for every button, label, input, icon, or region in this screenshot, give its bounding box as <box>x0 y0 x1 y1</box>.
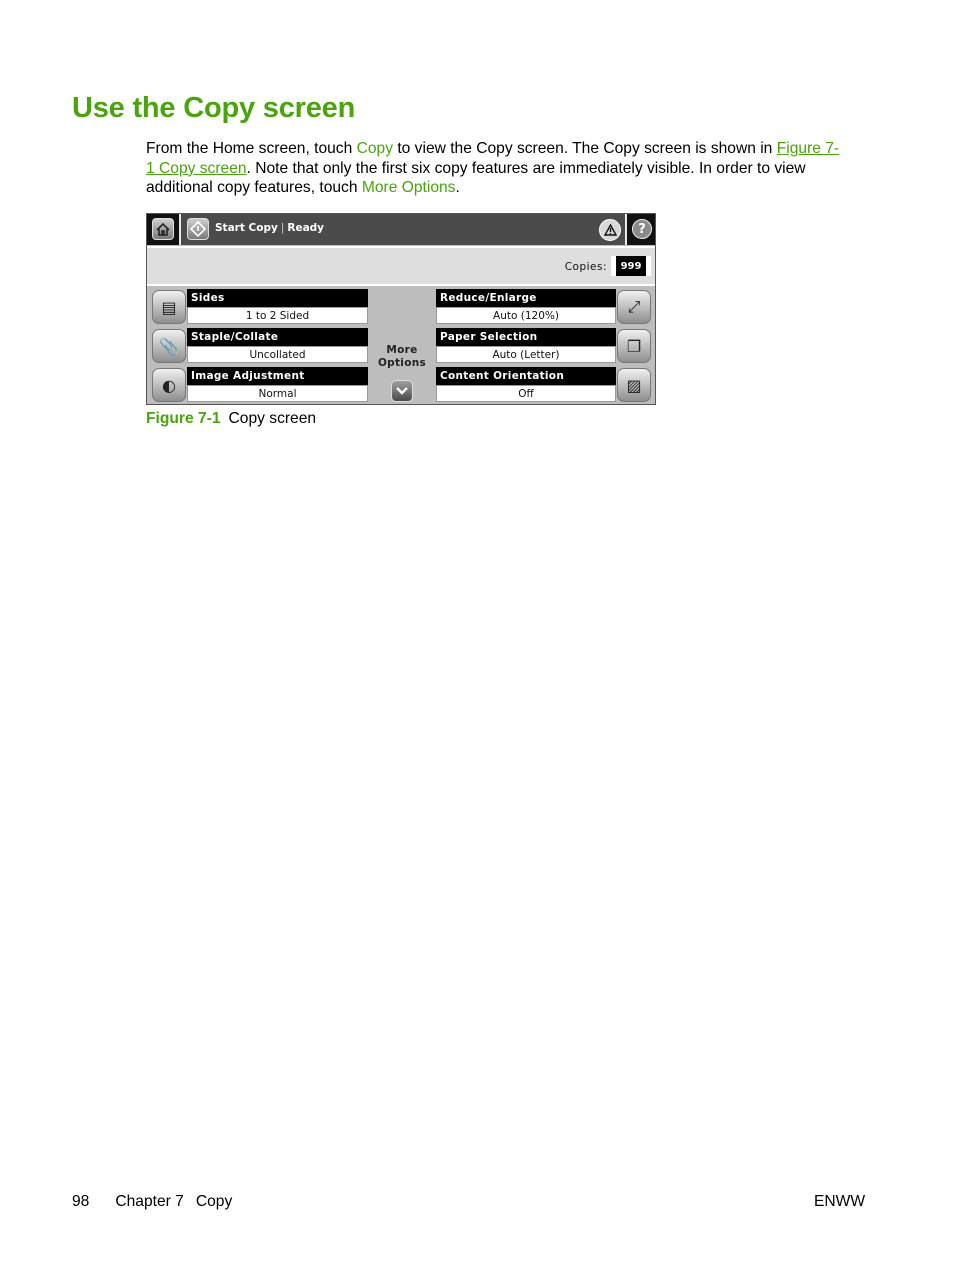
home-icon <box>152 218 174 240</box>
figure-number: Figure 7-1 <box>146 410 221 427</box>
sides-icon: ▤ <box>152 290 186 324</box>
footer-chapter: Chapter 7 <box>115 1193 184 1210</box>
feature-value: Off <box>436 385 616 402</box>
more-options-button[interactable]: More Options <box>369 288 435 404</box>
feature-value: 1 to 2 Sided <box>187 307 368 324</box>
copies-bar: Copies: 999 <box>147 246 655 286</box>
figure-caption: Figure 7-1 Copy screen <box>146 410 316 428</box>
feature-label: Content Orientation <box>436 367 616 385</box>
feature-sides[interactable]: ▤ Sides 1 to 2 Sided <box>147 289 369 326</box>
status-state: Ready <box>287 222 325 234</box>
image-adjustment-icon: ◐ <box>152 368 186 402</box>
staple-icon: 📎 <box>152 329 186 363</box>
feature-value: Auto (Letter) <box>436 346 616 363</box>
page-number: 98 <box>72 1193 90 1210</box>
more-options-line1: More <box>386 344 418 356</box>
start-icon <box>190 221 206 237</box>
footer-left: 98 Chapter 7 Copy <box>72 1193 232 1211</box>
footer-section: Copy <box>195 1193 233 1210</box>
feature-paper-selection[interactable]: Paper Selection Auto (Letter) ❐ <box>436 328 655 365</box>
copies-input[interactable]: 999 <box>611 256 651 276</box>
status-action: Start Copy <box>215 222 278 234</box>
text: . <box>455 179 460 196</box>
figure-title: Copy screen <box>228 410 317 427</box>
feature-label: Staple/Collate <box>187 328 368 346</box>
chevron-down-icon <box>391 380 413 402</box>
feature-content-orientation[interactable]: Content Orientation Off ▨ <box>436 367 655 404</box>
feature-image-adjustment[interactable]: ◐ Image Adjustment Normal <box>147 367 369 404</box>
reduce-enlarge-icon: ⤢ <box>617 290 651 324</box>
content-orientation-icon: ▨ <box>617 368 651 402</box>
copy-screen-figure: Start Copy | Ready ? Copies: 999 ▤ Sides 1… <box>146 213 656 405</box>
feature-label: Paper Selection <box>436 328 616 346</box>
help-button[interactable]: ? <box>625 214 655 245</box>
more-options-line2: Options <box>377 356 427 369</box>
copies-label: Copies: <box>564 261 607 273</box>
footer-right: ENWW <box>814 1193 866 1210</box>
top-bar: Start Copy | Ready ? <box>147 214 655 245</box>
text: From the Home screen, touch <box>146 140 357 157</box>
feature-label: Reduce/Enlarge <box>436 289 616 307</box>
home-button[interactable] <box>147 214 181 245</box>
feature-reduce-enlarge[interactable]: Reduce/Enlarge Auto (120%) ⤢ <box>436 289 655 326</box>
status-text: Start Copy | Ready <box>215 222 325 234</box>
more-options-link[interactable]: More Options <box>362 179 456 196</box>
help-icon: ? <box>632 219 652 239</box>
copy-link[interactable]: Copy <box>357 140 393 157</box>
feature-label: Sides <box>187 289 368 307</box>
paper-selection-icon: ❐ <box>617 329 651 363</box>
feature-value: Uncollated <box>187 346 368 363</box>
feature-label: Image Adjustment <box>187 367 368 385</box>
text: to view the Copy screen. The Copy screen… <box>393 140 777 157</box>
intro-paragraph: From the Home screen, touch Copy to view… <box>146 139 846 198</box>
warning-icon <box>603 224 617 236</box>
feature-staple-collate[interactable]: 📎 Staple/Collate Uncollated <box>147 328 369 365</box>
feature-value: Auto (120%) <box>436 307 616 324</box>
page-title: Use the Copy screen <box>72 92 356 124</box>
more-options-label: More Options <box>369 344 435 369</box>
feature-value: Normal <box>187 385 368 402</box>
warning-button[interactable] <box>599 219 621 241</box>
start-copy-button[interactable] <box>187 218 209 240</box>
